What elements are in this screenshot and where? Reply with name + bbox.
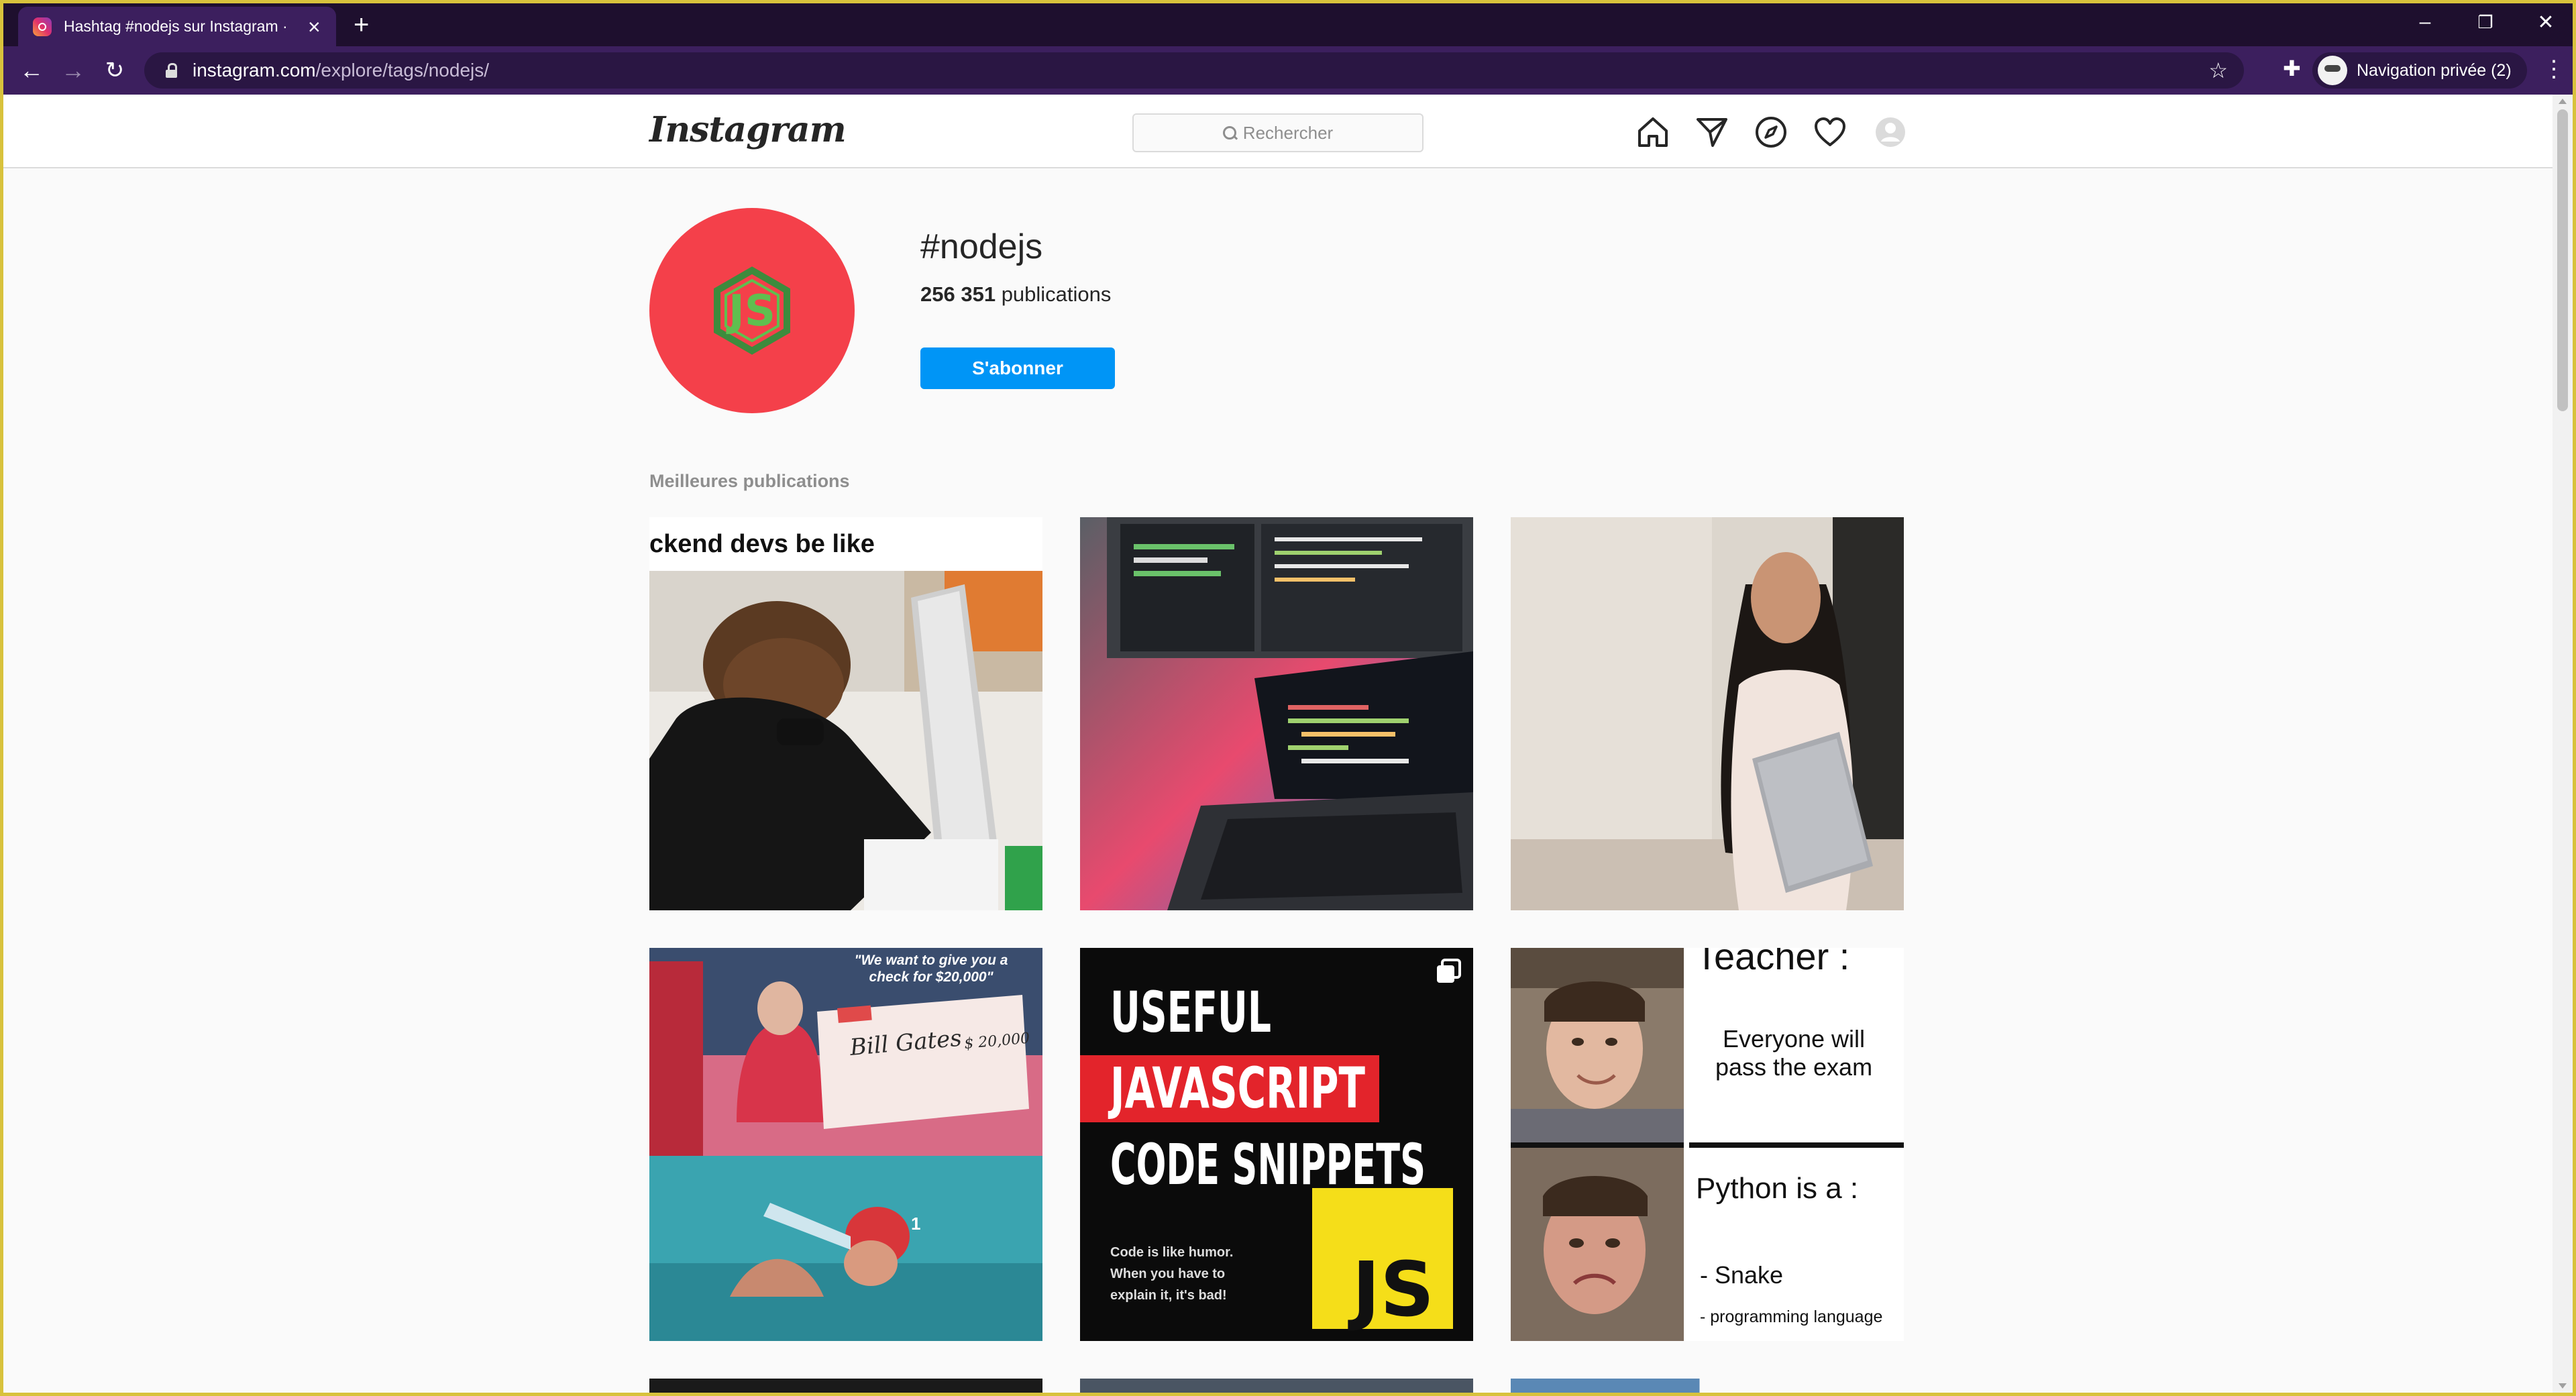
tab-close-icon[interactable]: ×	[308, 16, 321, 38]
scrollbar-thumb[interactable]	[2557, 109, 2568, 411]
profile-button[interactable]: Navigation privée (2)	[2312, 52, 2527, 89]
post-tile-2[interactable]	[1080, 517, 1473, 910]
top-posts-label: Meilleures publications	[649, 471, 850, 491]
svg-text:USEFUL: USEFUL	[1110, 979, 1271, 1045]
follow-button[interactable]: S'abonner	[920, 347, 1115, 389]
reload-button[interactable]: ↻	[99, 54, 131, 87]
svg-text:1: 1	[911, 1214, 920, 1234]
post-tile-3[interactable]	[1511, 517, 1904, 910]
incognito-avatar-icon	[2318, 56, 2347, 85]
instagram-header: Instagram Rechercher	[3, 95, 2553, 168]
explore-compass-icon[interactable]	[1754, 115, 1788, 150]
svg-text:pass the exam: pass the exam	[1715, 1053, 1872, 1081]
svg-text:JAVASCRIPT: JAVASCRIPT	[1108, 1055, 1365, 1121]
minimize-button[interactable]: –	[2395, 3, 2455, 41]
address-bar[interactable]: instagram.com/explore/tags/nodejs/ ☆	[144, 52, 2244, 89]
post-tile-5[interactable]: USEFUL JAVASCRIPT CODE SNIPPETS Code is …	[1080, 948, 1473, 1341]
scroll-down-arrow-icon[interactable]	[2559, 1383, 2567, 1389]
profile-avatar-icon[interactable]	[1873, 115, 1908, 150]
svg-text:explain it, it's bad!: explain it, it's bad!	[1110, 1288, 1227, 1303]
svg-text:Everyone will: Everyone will	[1723, 1025, 1865, 1053]
post-image-python-meme: Teacher : Everyone will pass the exam Py…	[1511, 948, 1904, 1341]
restore-button[interactable]: ❐	[2455, 3, 2516, 41]
nodejs-logo-icon: JS	[714, 266, 790, 355]
bookmark-star-icon[interactable]: ☆	[2208, 58, 2228, 83]
new-tab-button[interactable]: +	[354, 10, 369, 40]
svg-text:Python is a :: Python is a :	[1696, 1172, 1858, 1205]
forward-button[interactable]: →	[57, 54, 89, 87]
hashtag-title: #nodejs	[920, 227, 1043, 266]
page-scrollbar[interactable]	[2553, 95, 2573, 1393]
browser-tab[interactable]: Hashtag #nodejs sur Instagram · ×	[18, 7, 336, 46]
scroll-up-arrow-icon[interactable]	[2559, 99, 2567, 104]
post-tile-7[interactable]	[649, 1379, 1042, 1393]
browser-tab-strip: Hashtag #nodejs sur Instagram · × + – ❐ …	[3, 3, 2573, 46]
extensions-puzzle-icon[interactable]: ✚	[2283, 56, 2301, 81]
post-image-backend-meme: ckend devs be like	[649, 517, 1042, 910]
post-count: 256 351 publications	[920, 282, 1112, 306]
instagram-favicon-icon	[33, 17, 52, 36]
url-text: instagram.com/explore/tags/nodejs/	[193, 60, 490, 80]
post-tile-6[interactable]: Teacher : Everyone will pass the exam Py…	[1511, 948, 1904, 1341]
svg-text:Teacher :: Teacher :	[1695, 948, 1849, 977]
svg-text:- Snake: - Snake	[1700, 1261, 1783, 1289]
svg-text:JS: JS	[726, 286, 775, 336]
search-placeholder: Rechercher	[1242, 122, 1334, 143]
post-image-bill-gates-meme: "We want to give you a check for $20,000…	[649, 948, 1042, 1341]
svg-text:- programming language: - programming language	[1700, 1307, 1882, 1326]
svg-text:Code is like humor.: Code is like humor.	[1110, 1245, 1233, 1260]
profile-label: Navigation privée (2)	[2357, 60, 2512, 80]
post-image-laptop-code	[1080, 517, 1473, 910]
activity-heart-icon[interactable]	[1813, 115, 1847, 150]
post-tile-9[interactable]	[1511, 1379, 1904, 1393]
post-tile-8[interactable]	[1080, 1379, 1473, 1393]
browser-toolbar: ← → ↻ instagram.com/explore/tags/nodejs/…	[3, 46, 2573, 95]
post-tile-4[interactable]: "We want to give you a check for $20,000…	[649, 948, 1042, 1341]
post-tile-1[interactable]: ckend devs be like	[649, 517, 1042, 910]
direct-messages-icon[interactable]	[1695, 115, 1729, 150]
svg-text:CODE SNIPPETS: CODE SNIPPETS	[1110, 1132, 1426, 1197]
hashtag-avatar: JS	[649, 208, 855, 413]
instagram-logo[interactable]: Instagram	[649, 109, 847, 150]
search-input[interactable]: Rechercher	[1132, 113, 1424, 152]
lock-icon	[164, 63, 179, 78]
svg-text:check for $20,000": check for $20,000"	[869, 969, 994, 985]
search-icon	[1222, 126, 1236, 140]
browser-menu-icon[interactable]: ⋮	[2542, 56, 2565, 83]
tab-title: Hashtag #nodejs sur Instagram ·	[64, 17, 288, 35]
post-image-woman-laptop	[1511, 517, 1904, 910]
post-image-js-snippets: USEFUL JAVASCRIPT CODE SNIPPETS Code is …	[1080, 948, 1473, 1341]
back-button[interactable]: ←	[15, 54, 48, 87]
window-close-button[interactable]: ✕	[2516, 3, 2576, 41]
home-icon[interactable]	[1635, 115, 1670, 150]
svg-text:JS: JS	[1348, 1246, 1434, 1334]
svg-text:ckend devs be like: ckend devs be like	[649, 530, 875, 558]
svg-text:"We want to give you a: "We want to give you a	[855, 953, 1008, 968]
svg-text:When you have to: When you have to	[1110, 1267, 1225, 1281]
